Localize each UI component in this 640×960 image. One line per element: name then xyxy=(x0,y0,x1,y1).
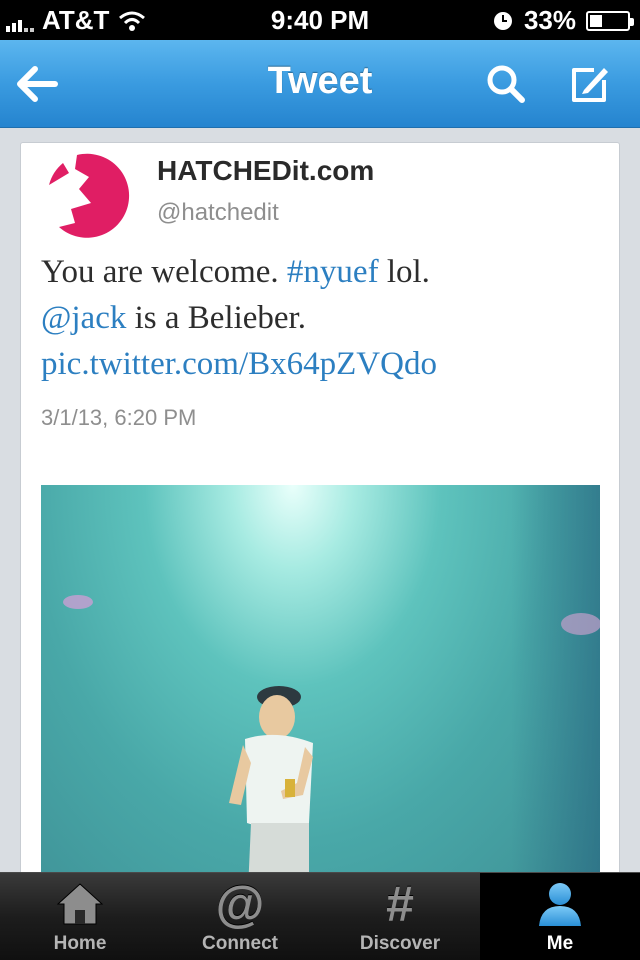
tab-me[interactable]: Me xyxy=(480,873,640,960)
tab-connect[interactable]: @ Connect xyxy=(160,873,320,960)
author-name[interactable]: HATCHEDit.com xyxy=(157,155,374,187)
tab-label: Home xyxy=(53,933,107,954)
tab-discover[interactable]: # Discover xyxy=(320,873,480,960)
stage-light xyxy=(561,613,600,635)
compose-button[interactable] xyxy=(562,56,618,112)
tweet-timestamp: 3/1/13, 6:20 PM xyxy=(41,405,197,430)
tab-home[interactable]: Home xyxy=(0,873,160,960)
compose-icon xyxy=(572,68,608,102)
hashtag-link[interactable]: #nyuef xyxy=(287,254,379,290)
tab-bar: Home @ Connect # Discover Me xyxy=(0,872,640,960)
stage-light xyxy=(63,595,93,609)
battery-group: 33% xyxy=(492,5,634,36)
tweet-text: You are welcome. #nyuef lol. @jack is a B… xyxy=(41,249,606,387)
tweet-text-segment: lol. xyxy=(378,254,430,290)
page-title: Tweet xyxy=(267,60,373,102)
tab-label: Me xyxy=(546,933,574,954)
home-icon xyxy=(50,879,110,929)
tweet-text-segment: You are welcome. xyxy=(41,254,287,290)
mention-link[interactable]: @jack xyxy=(41,300,126,336)
hatchedit-logo-icon xyxy=(42,152,130,240)
clock-lock-icon xyxy=(493,11,512,30)
battery-percent: 33% xyxy=(523,5,576,35)
search-icon xyxy=(487,65,525,103)
author-handle[interactable]: @hatchedit xyxy=(157,199,279,227)
performer-figure xyxy=(229,686,313,872)
battery-icon xyxy=(586,10,634,31)
tab-label: Discover xyxy=(359,933,441,954)
hashtag-icon: # xyxy=(386,876,414,932)
tweet-photo[interactable] xyxy=(41,485,600,872)
person-icon xyxy=(530,879,590,929)
status-bar: AT&T 9:40 PM 33% xyxy=(0,0,640,40)
tweet-text-segment: is a Belieber. xyxy=(126,300,306,336)
avatar[interactable] xyxy=(41,151,131,241)
tweet-detail: HATCHEDit.com @hatchedit You are welcome… xyxy=(0,128,640,872)
search-button[interactable] xyxy=(478,56,534,112)
photo-haze xyxy=(511,485,600,872)
media-link[interactable]: pic.twitter.com/Bx64pZVQdo xyxy=(41,346,437,382)
at-icon: @ xyxy=(215,876,265,932)
navigation-bar: Tweet xyxy=(0,40,640,128)
tab-label: Connect xyxy=(202,933,278,954)
tweet-card: HATCHEDit.com @hatchedit You are welcome… xyxy=(20,142,620,872)
